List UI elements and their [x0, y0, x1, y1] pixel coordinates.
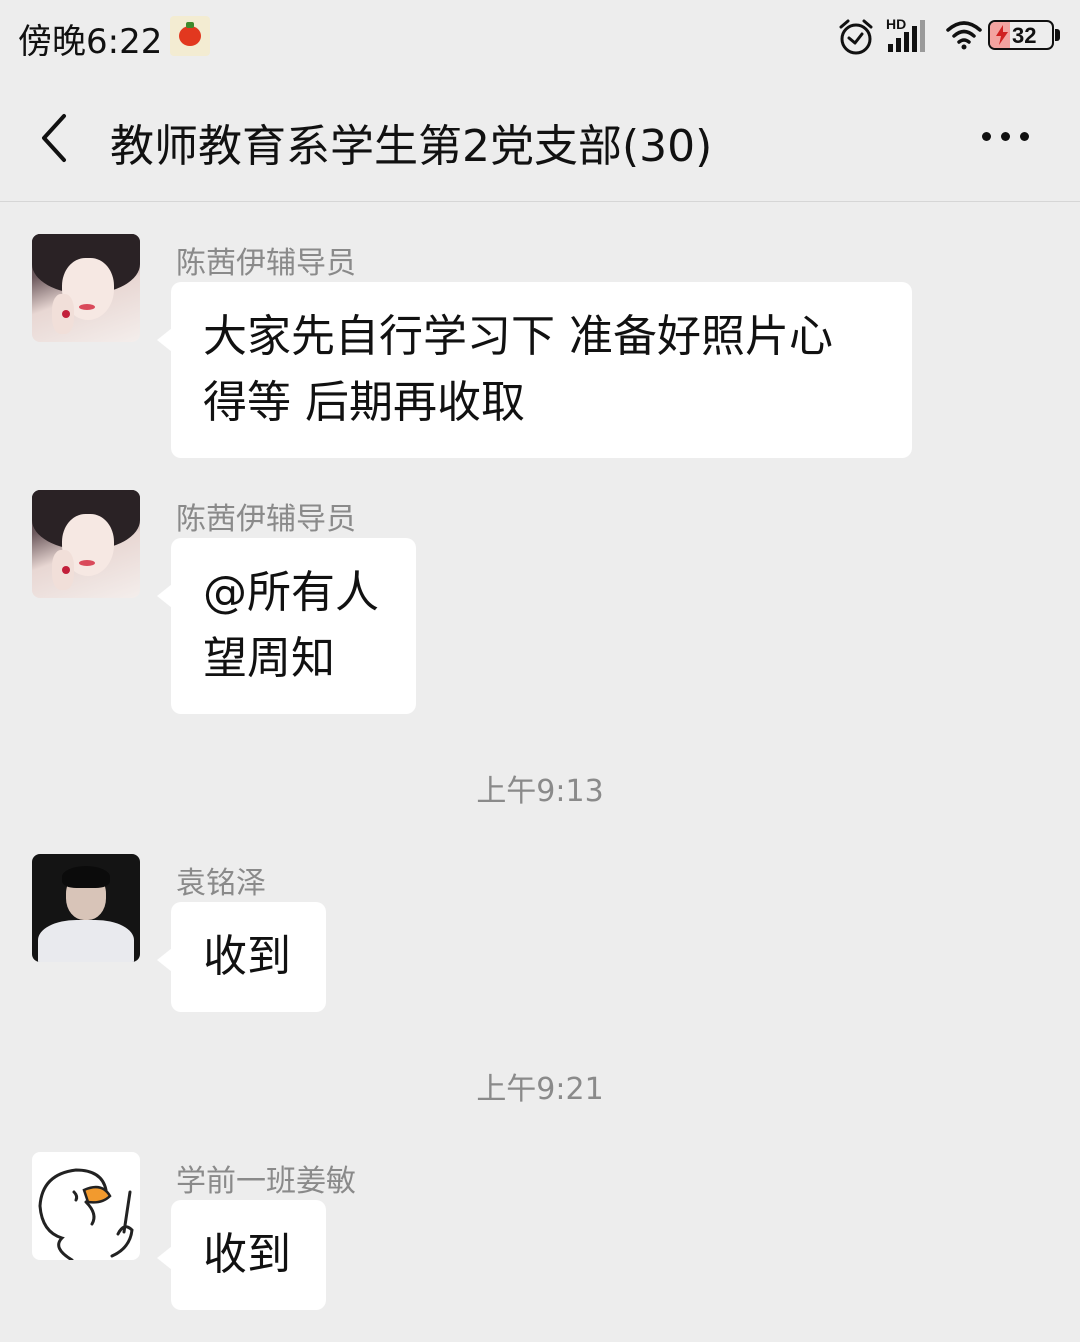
hd-signal-icon: HD	[886, 16, 925, 52]
duck-drawing	[38, 1168, 134, 1260]
alarm-icon	[839, 19, 873, 55]
status-time: 傍晚6:22	[18, 22, 163, 62]
girl-avatar[interactable]	[32, 490, 140, 598]
message-line: 收到	[203, 931, 291, 982]
sender-name: 陈茜伊辅导员	[176, 502, 356, 537]
message-timestamp: 上午9:13	[476, 774, 604, 809]
boy-avatar[interactable]	[32, 854, 140, 962]
message-timestamp: 上午9:21	[476, 1072, 604, 1107]
message-bubble[interactable]: 大家先自行学习下 准备好照片心 得等 后期再收取	[157, 282, 912, 458]
sender-name: 袁铭泽	[176, 866, 266, 901]
message-bubble[interactable]: 收到	[157, 1200, 326, 1310]
page-title: 教师教育系学生第2党支部(30)	[110, 121, 713, 172]
wifi-icon	[946, 21, 982, 50]
message-line: 大家先自行学习下 准备好照片心	[203, 311, 833, 362]
sender-name: 学前一班姜敏	[176, 1164, 356, 1199]
message-line: 得等 后期再收取	[203, 377, 525, 428]
tomato-app-icon	[170, 16, 210, 56]
message-bubble[interactable]: 收到	[157, 902, 326, 1012]
network-label: HD	[886, 16, 906, 32]
message-line: @所有人	[203, 567, 379, 618]
more-dots-icon[interactable]	[982, 132, 1030, 144]
status-bar: 傍晚6:22 HD 32	[0, 0, 1080, 76]
chat-header: 教师教育系学生第2党支部(30)	[0, 76, 1080, 202]
girl-avatar[interactable]	[32, 234, 140, 342]
message-line: 收到	[203, 1229, 291, 1280]
battery-charging-icon: 32	[988, 20, 1062, 50]
sender-name: 陈茜伊辅导员	[176, 246, 356, 281]
battery-level: 32	[1012, 23, 1037, 48]
chevron-left-icon[interactable]	[36, 112, 72, 164]
message-bubble[interactable]: @所有人 望周知	[157, 538, 416, 714]
duck-avatar[interactable]	[32, 1152, 140, 1260]
message-line: 望周知	[203, 633, 335, 684]
